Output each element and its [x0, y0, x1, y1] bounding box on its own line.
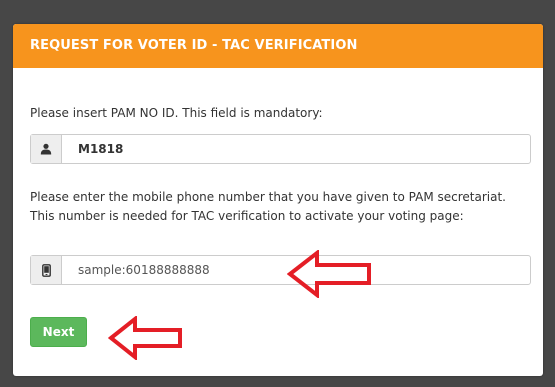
pam-id-input[interactable] — [62, 135, 530, 163]
left-arrow-icon — [108, 316, 182, 360]
phone-number-label: Please enter the mobile phone number tha… — [30, 190, 506, 223]
panel-title: REQUEST FOR VOTER ID - TAC VERIFICATION — [13, 24, 543, 68]
mobile-phone-icon — [31, 256, 62, 284]
left-arrow-icon — [287, 250, 371, 298]
pam-id-label: Please insert PAM NO ID. This field is m… — [30, 106, 323, 120]
user-icon — [31, 135, 62, 163]
pam-id-input-group — [30, 134, 531, 164]
phone-input-group — [30, 255, 531, 285]
voter-id-panel: REQUEST FOR VOTER ID - TAC VERIFICATION … — [13, 24, 543, 376]
next-button[interactable]: Next — [30, 317, 87, 347]
